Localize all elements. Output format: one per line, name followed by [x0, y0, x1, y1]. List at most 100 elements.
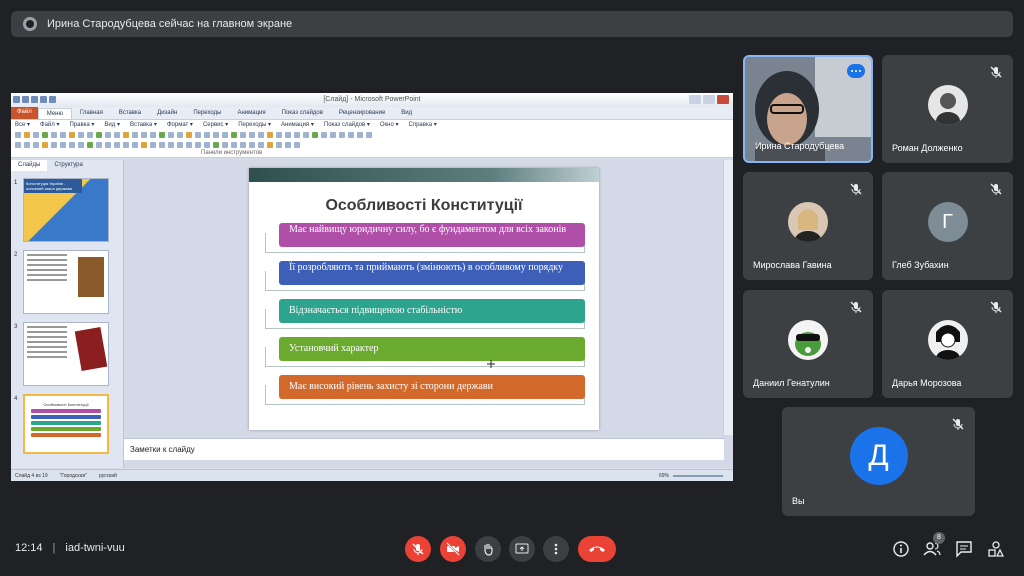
- slide-thumbnail: [23, 322, 109, 386]
- thumb-number: 4: [14, 396, 18, 402]
- menu-item: Переходы ▾: [238, 122, 272, 128]
- menu-item: Показ слайдов ▾: [323, 122, 370, 128]
- ribbon-tab-menu: Меню: [37, 108, 72, 119]
- slide-bullet: Має високий рівень захисту зі сторони де…: [265, 375, 585, 405]
- avatar: [927, 85, 968, 125]
- mic-off-icon: [990, 66, 1002, 78]
- slide-bullet: Відзначається підвищеною стабільністю: [265, 299, 585, 329]
- participant-name: Дарья Морозова: [892, 378, 962, 388]
- mic-off-icon: [952, 418, 964, 430]
- current-slide: Особливості Конституції Має найвищу юрид…: [249, 168, 599, 430]
- more-options-button[interactable]: [543, 536, 569, 562]
- separator: |: [52, 542, 56, 554]
- mic-off-icon: [990, 301, 1002, 313]
- presenter-avatar: [23, 17, 37, 31]
- presenting-text: Ирина Стародубцева сейчас на главном экр…: [47, 18, 293, 30]
- participant-tile-video[interactable]: Ирина Стародубцева: [743, 55, 873, 163]
- camera-off-icon: [446, 542, 460, 556]
- quick-access-toolbar: [13, 96, 57, 104]
- slides-panel: Слайды Структура 1 Конституція України -…: [11, 160, 124, 468]
- ribbon-tab-insert: Вставка: [118, 110, 142, 116]
- avatar-initial: Г: [927, 202, 968, 242]
- menu-item: Файл ▾: [40, 122, 60, 128]
- toolbar-group-label: Панели инструментов: [201, 150, 263, 156]
- ribbon-tab-review: Рецензирование: [338, 110, 386, 116]
- thumb-text: Особливості Конституції: [43, 402, 89, 407]
- menu-item: Справка ▾: [408, 122, 437, 128]
- slide-thumbnail-selected: Особливості Конституції: [23, 394, 109, 454]
- present-screen-button[interactable]: [509, 536, 535, 562]
- toolbar-icons: Панели инструментов: [11, 130, 733, 158]
- mic-toggle-button[interactable]: [405, 536, 431, 562]
- more-options-button[interactable]: [847, 64, 865, 78]
- participant-name: Мирослава Гавина: [753, 260, 832, 270]
- panel-tabs: Слайды Структура: [11, 160, 123, 171]
- zoom-level: 69%: [658, 472, 669, 479]
- status-theme: "Городская": [59, 472, 87, 479]
- bullet-text: Відзначається підвищеною стабільністю: [279, 299, 585, 323]
- participant-name: Роман Долженко: [892, 143, 963, 153]
- window-controls: [689, 95, 729, 104]
- raise-hand-button[interactable]: [475, 536, 501, 562]
- participant-name: Вы: [792, 496, 805, 506]
- clock: 12:14: [15, 542, 43, 554]
- avatar: [788, 202, 828, 242]
- ppt-window-title: [Слайд] - Microsoft PowerPoint: [323, 96, 421, 103]
- slide-editor: Особливості Конституції Має найвищу юрид…: [124, 160, 733, 468]
- info-icon[interactable]: [892, 540, 910, 558]
- self-tile[interactable]: Д Вы: [782, 407, 975, 516]
- zoom-slider: [673, 474, 723, 477]
- participant-tile[interactable]: Г Глеб Зубахин: [882, 172, 1013, 280]
- thumb-number: 3: [14, 324, 18, 330]
- thumb-text: Конституція України - основний закон дер…: [24, 179, 82, 193]
- menu-item: Вид ▾: [104, 122, 120, 128]
- thumb-number: 1: [14, 180, 18, 186]
- slide-thumbnail: [23, 250, 109, 314]
- presenting-banner: Ирина Стародубцева сейчас на главном экр…: [11, 11, 1013, 37]
- participant-tile[interactable]: Роман Долженко: [882, 55, 1013, 163]
- shared-screen: [Слайд] - Microsoft PowerPoint Файл Меню…: [11, 93, 733, 481]
- mic-off-icon: [990, 183, 1002, 195]
- slide-title: Особливості Конституції: [325, 197, 523, 214]
- bullet-text: Її розробляють та приймають (змінюють) в…: [279, 261, 585, 285]
- meeting-code: iad-twni-vuu: [65, 542, 125, 554]
- menu-item: Сервис ▾: [202, 122, 229, 128]
- chat-icon[interactable]: [955, 540, 973, 558]
- status-language: русский: [98, 472, 117, 479]
- ppt-statusbar: Слайд 4 из 19 "Городская" русский 69%: [11, 469, 733, 481]
- participant-tile[interactable]: Даниил Генатулин: [743, 290, 873, 398]
- mic-off-icon: [850, 183, 862, 195]
- slide-bullet: Її розробляють та приймають (змінюють) в…: [265, 261, 585, 291]
- end-call-button[interactable]: [578, 536, 616, 562]
- menu-item: Все ▾: [15, 122, 31, 128]
- ppt-workspace: Слайды Структура 1 Конституція України -…: [11, 160, 733, 468]
- ppt-titlebar: [Слайд] - Microsoft PowerPoint: [11, 93, 733, 107]
- ribbon-tab-slideshow: Показ слайдов: [281, 110, 323, 116]
- activities-icon[interactable]: [987, 540, 1005, 558]
- tab-slides: Слайды: [11, 160, 48, 171]
- participant-count-badge: 8: [933, 532, 945, 544]
- ribbon-tab-file: Файл: [11, 106, 38, 119]
- ribbon-tab-transitions: Переходы: [193, 110, 222, 116]
- notes-pane: Заметки к слайду: [124, 438, 724, 460]
- camera-toggle-button[interactable]: [440, 536, 466, 562]
- participant-tile[interactable]: Мирослава Гавина: [743, 172, 873, 280]
- participant-tile[interactable]: Дарья Морозова: [882, 290, 1013, 398]
- slide-bullet: Установчий характер: [265, 337, 585, 367]
- classic-menu-bar: Все ▾ Файл ▾ Правка ▾ Вид ▾ Вставка ▾ Фо…: [11, 120, 733, 130]
- avatar: [927, 320, 968, 360]
- meeting-info: 12:14 | iad-twni-vuu: [15, 542, 125, 554]
- zoom-control: 69%: [659, 473, 733, 479]
- slide-topbar: [249, 168, 599, 182]
- slide-thumbnail: Конституція України - основний закон дер…: [23, 178, 109, 242]
- bullet-text: Має високий рівень захисту зі сторони де…: [279, 375, 585, 399]
- tab-outline: Структура: [54, 162, 83, 168]
- ribbon-tabs: Файл Меню Главная Вставка Дизайн Переход…: [11, 106, 733, 120]
- bullet-text: Має найвищу юридичну силу, бо є фундамен…: [279, 223, 585, 247]
- mic-off-icon: [850, 301, 862, 313]
- status-slide: Слайд 4 из 19: [15, 472, 48, 479]
- ribbon-tab-home: Главная: [79, 110, 103, 116]
- ribbon-tab-design: Дизайн: [157, 110, 178, 116]
- participant-name: Ирина Стародубцева: [755, 141, 845, 151]
- participant-name: Глеб Зубахин: [892, 260, 949, 270]
